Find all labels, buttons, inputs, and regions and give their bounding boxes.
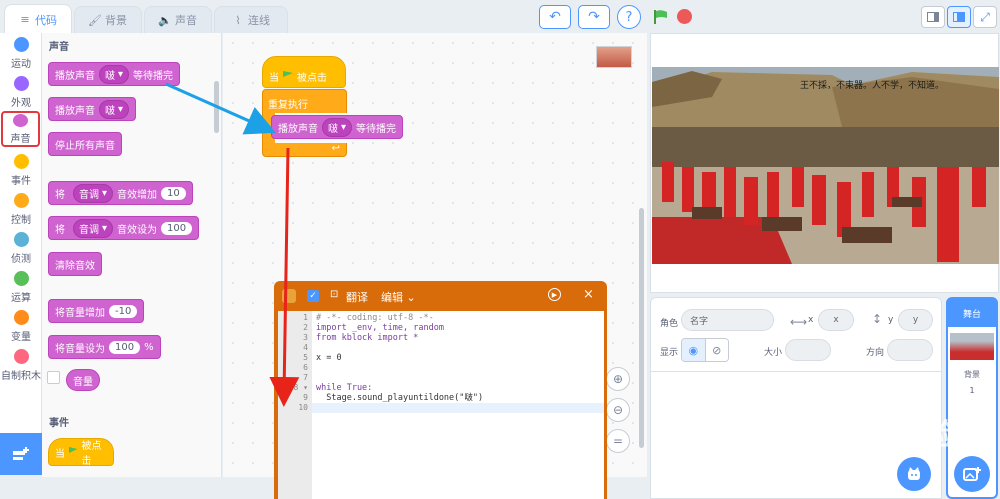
blue-arrow [165, 82, 276, 135]
annotation-arrows [165, 82, 300, 407]
red-arrow [269, 147, 300, 407]
app-window: ≡ 代码 🖌 背景 🔈 声音 ⌇ 连线 ↶ ↷ ? ⤢ 运动 外观 声音 事件 … [0, 0, 1000, 499]
